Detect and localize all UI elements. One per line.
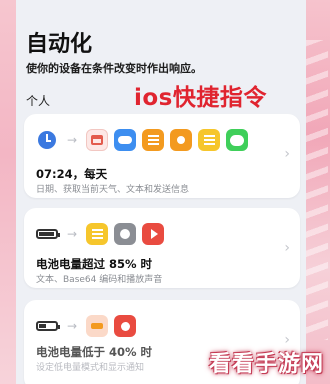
background-decoration-right <box>302 0 330 384</box>
play-sound-icon <box>142 223 164 245</box>
page-subtitle: 使你的设备在条件改变时作出响应。 <box>26 62 202 75</box>
card-title: 07:24，每天 <box>36 167 108 181</box>
card-title: 电池电量低于 40% 时 <box>36 345 153 359</box>
section-header-personal: 个人 <box>26 94 51 108</box>
automation-card-time[interactable]: → 07:24，每天 日期、获取当前天气、文本和发送信息 › <box>24 114 300 198</box>
calendar-icon <box>86 129 108 151</box>
arrow-right-icon: → <box>66 227 78 241</box>
list-icon <box>142 129 164 151</box>
chevron-right-icon: › <box>284 240 290 256</box>
low-power-icon <box>86 315 108 337</box>
text-icon <box>170 129 192 151</box>
page-title: 自动化 <box>26 32 93 57</box>
arrow-right-icon: → <box>66 319 78 333</box>
card-subtitle: 日期、获取当前天气、文本和发送信息 <box>36 185 190 195</box>
action-icon-row: → <box>36 128 254 152</box>
automation-screen: 自动化 使你的设备在条件改变时作出响应。 个人 ios快捷指令 → 07:24，… <box>16 0 306 384</box>
battery-icon <box>36 315 60 337</box>
action-icon-row: → <box>36 314 142 338</box>
card-subtitle: 文本、Base64 编码和播放声音 <box>36 275 163 285</box>
clock-icon <box>36 129 58 151</box>
weather-icon <box>114 129 136 151</box>
automation-card-battery-high[interactable]: → 电池电量超过 85% 时 文本、Base64 编码和播放声音 › <box>24 208 300 288</box>
messages-icon <box>226 129 248 151</box>
text-icon <box>86 223 108 245</box>
arrow-right-icon: → <box>66 133 78 147</box>
notes-icon <box>198 129 220 151</box>
notification-icon <box>114 315 136 337</box>
card-title: 电池电量超过 85% 时 <box>36 257 153 271</box>
chevron-right-icon: › <box>284 146 290 162</box>
action-icon-row: → <box>36 222 170 246</box>
card-subtitle: 设定低电量模式和显示通知 <box>36 363 145 373</box>
battery-icon <box>36 223 60 245</box>
stop-icon <box>114 223 136 245</box>
site-watermark: 看看手游网 <box>208 352 324 377</box>
overlay-caption: ios快捷指令 <box>134 85 267 111</box>
